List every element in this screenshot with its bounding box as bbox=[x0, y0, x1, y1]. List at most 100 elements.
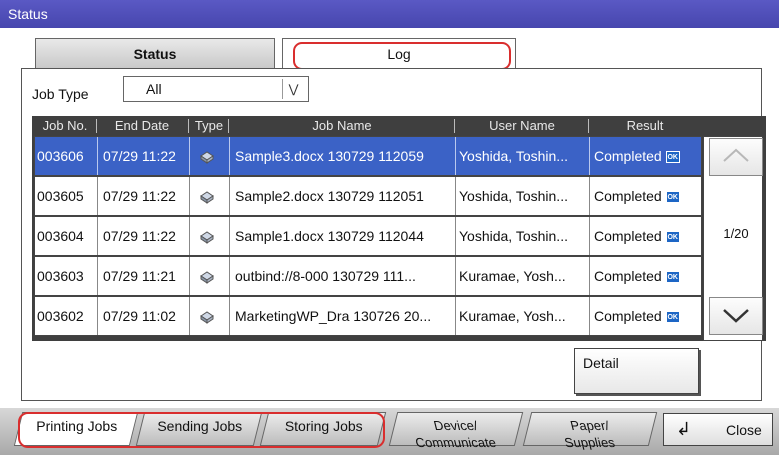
job-number: 003605 bbox=[37, 188, 84, 204]
close-button[interactable]: ↲ Close bbox=[663, 413, 773, 446]
tab-storing-jobs[interactable]: Storing Jobs bbox=[259, 412, 387, 446]
table-row[interactable]: 003605 07/29 11:22 Sample2.docx 130729 112… bbox=[34, 176, 702, 216]
job-type-value: All bbox=[146, 81, 162, 97]
label-line: Paper/ bbox=[568, 418, 611, 433]
double-chevron-down-icon[interactable]: ⋁ bbox=[282, 79, 304, 99]
close-label: Close bbox=[726, 422, 762, 438]
job-name: Sample3.docx 130729 112059 bbox=[235, 148, 424, 164]
row-separator bbox=[97, 217, 98, 255]
header-separator bbox=[228, 119, 229, 133]
row-separator bbox=[97, 177, 98, 215]
job-type-select[interactable]: All ⋁ bbox=[123, 76, 309, 102]
row-separator bbox=[589, 217, 590, 255]
user-name: Yoshida, Toshin... bbox=[459, 148, 568, 164]
user-name: Kuramae, Yosh... bbox=[459, 268, 566, 284]
job-type-label: Job Type bbox=[32, 86, 89, 102]
ok-badge-icon: OK bbox=[665, 231, 680, 244]
table-row[interactable]: 003603 07/29 11:21 outbind://8-000 130729 … bbox=[34, 256, 702, 296]
tab-status[interactable]: Status bbox=[35, 38, 275, 68]
print-job-icon bbox=[199, 297, 227, 335]
detail-button[interactable]: Detail bbox=[574, 348, 699, 394]
result-cell: Completed OK bbox=[594, 217, 700, 255]
page-indicator: 1/20 bbox=[723, 226, 749, 241]
print-job-icon bbox=[199, 257, 227, 295]
row-separator bbox=[189, 217, 190, 255]
job-number: 003602 bbox=[37, 308, 84, 324]
user-name: Yoshida, Toshin... bbox=[459, 228, 568, 244]
row-separator bbox=[455, 217, 456, 255]
tab-device-communicate[interactable]: Device/ Communicate bbox=[388, 412, 524, 450]
result-cell: Completed OK bbox=[594, 177, 700, 215]
row-separator bbox=[455, 257, 456, 295]
col-job-no[interactable]: Job No. bbox=[36, 118, 94, 133]
result-text: Completed bbox=[594, 228, 662, 244]
result-cell: Completed OK bbox=[594, 297, 700, 335]
result-text: Completed bbox=[594, 268, 662, 284]
user-name: Yoshida, Toshin... bbox=[459, 188, 568, 204]
result-cell: Completed OK bbox=[594, 257, 700, 295]
table-row[interactable]: 003602 07/29 11:02 MarketingWP_Dra 130726 … bbox=[34, 296, 702, 336]
row-separator bbox=[229, 137, 230, 175]
page-down-button[interactable] bbox=[709, 297, 763, 335]
table-row[interactable]: 003606 07/29 11:22 Sample3.docx 130729 112… bbox=[34, 136, 702, 176]
ok-badge-icon: OK bbox=[665, 151, 680, 164]
tab-printing-jobs-label: Printing Jobs bbox=[36, 418, 118, 434]
label-line: Supplies bbox=[562, 435, 617, 450]
job-name: outbind://8-000 130729 111... bbox=[235, 268, 416, 284]
ok-badge-icon: OK bbox=[665, 191, 680, 204]
result-text: Completed bbox=[594, 148, 662, 164]
row-separator bbox=[589, 257, 590, 295]
end-date: 07/29 11:22 bbox=[103, 228, 176, 244]
col-type[interactable]: Type bbox=[190, 118, 228, 133]
header-separator bbox=[96, 119, 97, 133]
col-user-name[interactable]: User Name bbox=[456, 118, 588, 133]
tab-paper-supplies[interactable]: Paper/ Supplies bbox=[522, 412, 658, 450]
row-separator bbox=[97, 257, 98, 295]
tab-device-communicate-label: Device/ Communicate bbox=[393, 413, 517, 450]
header-separator bbox=[188, 119, 189, 133]
chevron-up-icon bbox=[723, 148, 749, 162]
result-text: Completed bbox=[594, 188, 662, 204]
col-job-name[interactable]: Job Name bbox=[230, 118, 454, 133]
ok-badge-icon: OK bbox=[665, 271, 680, 284]
end-date: 07/29 11:22 bbox=[103, 148, 176, 164]
label-line: Device/ bbox=[432, 418, 480, 433]
row-separator bbox=[455, 137, 456, 175]
row-separator bbox=[229, 177, 230, 215]
end-date: 07/29 11:22 bbox=[103, 188, 176, 204]
tab-printing-jobs[interactable]: Printing Jobs bbox=[13, 412, 139, 446]
row-separator bbox=[455, 177, 456, 215]
row-separator bbox=[229, 297, 230, 335]
job-name: Sample2.docx 130729 112051 bbox=[235, 188, 424, 204]
table-row[interactable]: 003604 07/29 11:22 Sample1.docx 130729 112… bbox=[34, 216, 702, 256]
job-name: MarketingWP_Dra 130726 20... bbox=[235, 308, 432, 324]
header-separator bbox=[588, 119, 589, 133]
page-up-button[interactable] bbox=[709, 138, 763, 176]
tab-sending-jobs[interactable]: Sending Jobs bbox=[135, 412, 263, 446]
tab-log[interactable]: Log bbox=[282, 38, 516, 68]
row-separator bbox=[229, 217, 230, 255]
return-arrow-icon: ↲ bbox=[676, 419, 692, 439]
print-job-icon bbox=[199, 137, 227, 175]
job-name: Sample1.docx 130729 112044 bbox=[235, 228, 424, 244]
end-date: 07/29 11:21 bbox=[103, 268, 176, 284]
user-name: Kuramae, Yosh... bbox=[459, 308, 566, 324]
row-separator bbox=[97, 137, 98, 175]
row-separator bbox=[189, 137, 190, 175]
result-cell: Completed OK bbox=[594, 137, 700, 175]
row-separator bbox=[589, 137, 590, 175]
col-end-date[interactable]: End Date bbox=[98, 118, 186, 133]
print-job-icon bbox=[199, 177, 227, 215]
row-separator bbox=[455, 297, 456, 335]
tab-paper-supplies-label: Paper/ Supplies bbox=[527, 413, 651, 450]
row-separator bbox=[97, 297, 98, 335]
row-separator bbox=[589, 177, 590, 215]
job-number: 003604 bbox=[37, 228, 84, 244]
header-separator bbox=[454, 119, 455, 133]
print-job-icon bbox=[199, 217, 227, 255]
label-line: Communicate bbox=[413, 435, 498, 450]
job-number: 003603 bbox=[37, 268, 84, 284]
job-number: 003606 bbox=[37, 148, 84, 164]
ok-badge-icon: OK bbox=[665, 311, 680, 324]
col-result[interactable]: Result bbox=[590, 118, 700, 133]
